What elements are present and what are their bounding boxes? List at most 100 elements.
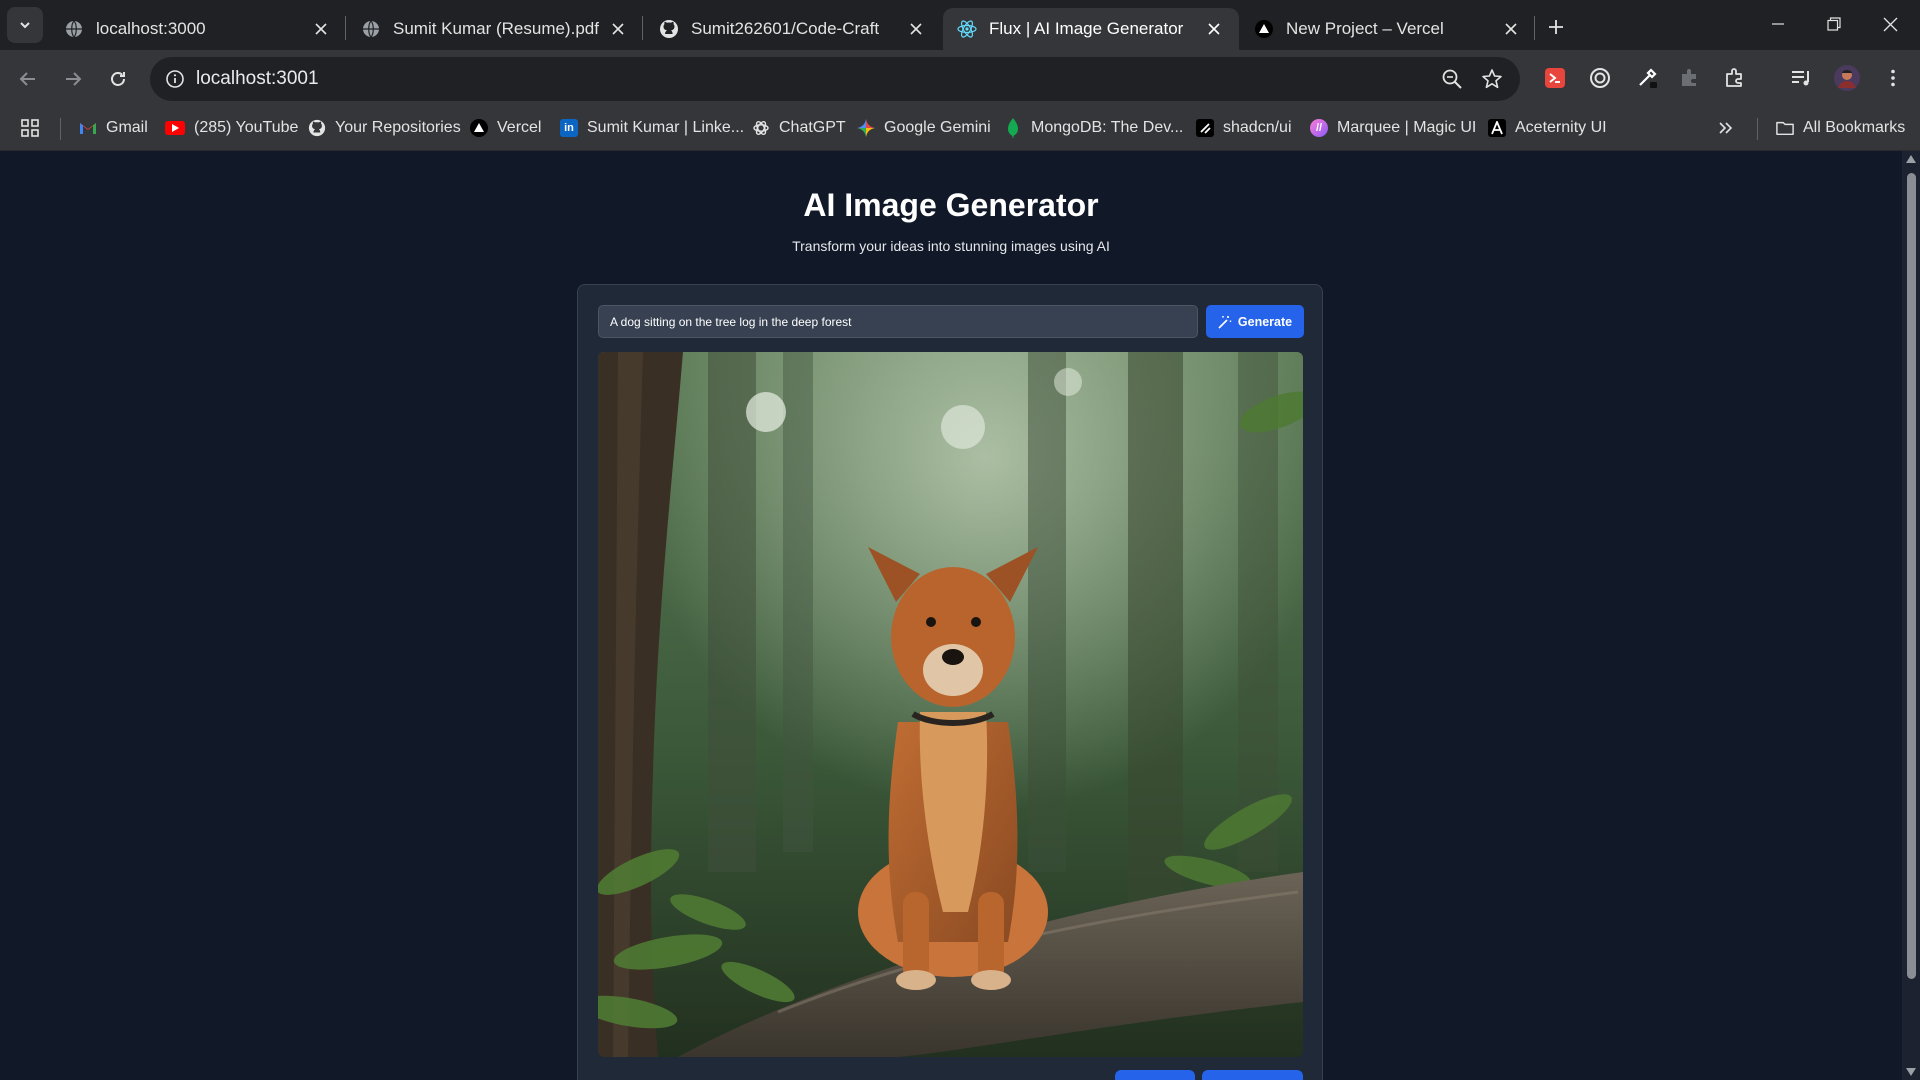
tab-localhost-3000[interactable]: localhost:3000	[50, 8, 346, 50]
media-controls-icon[interactable]	[1786, 63, 1816, 93]
tab-divider	[1534, 16, 1535, 40]
tab-title: localhost:3000	[96, 19, 206, 38]
menu-kebab-icon[interactable]	[1878, 63, 1908, 93]
extension-puzzle-grey-icon[interactable]	[1675, 63, 1705, 93]
back-button[interactable]	[11, 62, 45, 96]
extension-dropper-icon[interactable]	[1632, 63, 1662, 93]
tab-new-project-vercel[interactable]: New Project – Vercel	[1240, 8, 1536, 50]
generated-image	[598, 352, 1303, 1057]
bookmark-shadcn[interactable]: shadcn/ui	[1196, 114, 1292, 142]
gemini-icon	[857, 119, 875, 137]
scrollbar-thumb[interactable]	[1907, 173, 1916, 979]
tab-title: Sumit Kumar (Resume).pdf	[393, 19, 599, 38]
close-icon[interactable]	[1500, 18, 1522, 40]
tab-flux-ai-image-generator[interactable]: Flux | AI Image Generator	[943, 8, 1239, 50]
bookmark-star-icon[interactable]	[1479, 66, 1505, 92]
minimize-icon	[1772, 23, 1784, 25]
tab-title: Flux | AI Image Generator	[989, 19, 1184, 38]
url-text[interactable]: localhost:3001	[196, 68, 319, 90]
tab-title: Sumit262601/Code-Craft	[691, 19, 880, 38]
action-button-partial[interactable]	[1115, 1070, 1195, 1080]
bookmark-divider	[1757, 118, 1758, 140]
bookmark-your-repositories[interactable]: Your Repositories	[308, 114, 461, 142]
page-subtitle: Transform your ideas into stunning image…	[792, 238, 1110, 254]
site-info-icon[interactable]	[160, 64, 190, 94]
bookmark-label: ChatGPT	[779, 119, 846, 136]
bookmark-mongodb[interactable]: MongoDB: The Dev...	[1004, 114, 1183, 142]
arrow-right-icon	[66, 72, 82, 86]
zoom-icon[interactable]	[1439, 66, 1465, 92]
bookmark-google-gemini[interactable]: Google Gemini	[857, 114, 991, 142]
bookmark-vercel[interactable]: Vercel	[470, 114, 541, 142]
scroll-down-arrow-icon[interactable]	[1906, 1068, 1916, 1076]
bookmark-divider	[60, 118, 61, 140]
bookmark-label: Gmail	[106, 119, 148, 136]
extension-red-icon[interactable]	[1540, 63, 1570, 93]
bookmark-label: Marquee | Magic UI	[1337, 119, 1477, 136]
all-bookmarks-button[interactable]: All Bookmarks	[1776, 114, 1905, 142]
shadcn-icon	[1196, 119, 1214, 137]
minimize-button[interactable]	[1750, 0, 1806, 48]
generate-button[interactable]: Generate	[1206, 305, 1304, 338]
bookmarks-overflow-button[interactable]	[1717, 114, 1733, 142]
vercel-icon	[470, 119, 488, 137]
forward-button[interactable]	[56, 62, 90, 96]
bookmark-chatgpt[interactable]: ChatGPT	[752, 114, 846, 142]
bookmark-label: shadcn/ui	[1223, 119, 1292, 136]
bookmark-aceternity-ui[interactable]: Aceternity UI	[1488, 114, 1607, 142]
react-icon	[957, 19, 977, 39]
vercel-icon	[1254, 19, 1274, 39]
vertical-scrollbar[interactable]	[1902, 151, 1920, 1080]
bookmark-label: Google Gemini	[884, 119, 991, 136]
bookmark-linkedin[interactable]: in Sumit Kumar | Linke...	[560, 114, 744, 142]
folder-icon	[1776, 119, 1794, 137]
bookmark-label: Aceternity UI	[1515, 119, 1607, 136]
magic-wand-icon	[1218, 315, 1232, 329]
bookmark-youtube[interactable]: (285) YouTube	[165, 114, 298, 142]
reload-icon	[111, 72, 125, 86]
action-button-partial[interactable]	[1202, 1070, 1303, 1080]
chevron-double-right-icon	[1719, 122, 1733, 134]
gmail-icon	[79, 119, 97, 137]
bookmark-label: Vercel	[497, 119, 542, 136]
address-bar[interactable]: localhost:3001	[150, 57, 1520, 101]
close-icon[interactable]	[310, 18, 332, 40]
restore-button[interactable]	[1806, 0, 1862, 48]
bookmark-label: MongoDB: The Dev...	[1031, 119, 1184, 136]
bookmark-gmail[interactable]: Gmail	[79, 114, 148, 142]
globe-icon	[64, 19, 84, 39]
tab-code-craft[interactable]: Sumit262601/Code-Craft	[645, 8, 941, 50]
scroll-up-arrow-icon[interactable]	[1906, 155, 1916, 163]
close-icon[interactable]	[607, 18, 629, 40]
page-viewport: AI Image Generator Transform your ideas …	[0, 151, 1902, 1080]
close-icon[interactable]	[905, 18, 927, 40]
page-title: AI Image Generator	[803, 187, 1099, 223]
generator-card: Generate	[577, 284, 1323, 1080]
prompt-input[interactable]	[598, 305, 1198, 338]
chatgpt-icon	[752, 119, 770, 137]
tab-search-button[interactable]	[7, 7, 43, 43]
magicui-icon: //	[1310, 119, 1328, 137]
tab-resume-pdf[interactable]: Sumit Kumar (Resume).pdf	[347, 8, 643, 50]
mongodb-icon	[1004, 118, 1022, 138]
github-icon	[659, 19, 679, 39]
reload-button[interactable]	[101, 62, 135, 96]
bookmark-label: All Bookmarks	[1803, 119, 1906, 136]
close-icon[interactable]	[1203, 18, 1225, 40]
arrow-left-icon	[19, 72, 35, 86]
extension-target-icon[interactable]	[1585, 63, 1615, 93]
apps-button[interactable]	[20, 114, 40, 142]
close-window-button[interactable]	[1862, 0, 1918, 48]
close-icon	[1883, 17, 1897, 31]
bookmarks-bar: Gmail (285) YouTube Your Repositories Ve…	[0, 107, 1920, 151]
chevron-down-icon	[20, 22, 30, 29]
tab-divider	[345, 16, 346, 40]
bookmark-label: Sumit Kumar | Linke...	[587, 119, 745, 136]
bookmark-magic-ui[interactable]: // Marquee | Magic UI	[1310, 114, 1476, 142]
youtube-icon	[165, 121, 185, 135]
apps-grid-icon	[21, 119, 39, 137]
avatar[interactable]	[1832, 63, 1862, 93]
extensions-puzzle-icon[interactable]	[1720, 63, 1750, 93]
new-tab-button[interactable]	[1540, 11, 1572, 43]
generate-label: Generate	[1237, 314, 1293, 329]
